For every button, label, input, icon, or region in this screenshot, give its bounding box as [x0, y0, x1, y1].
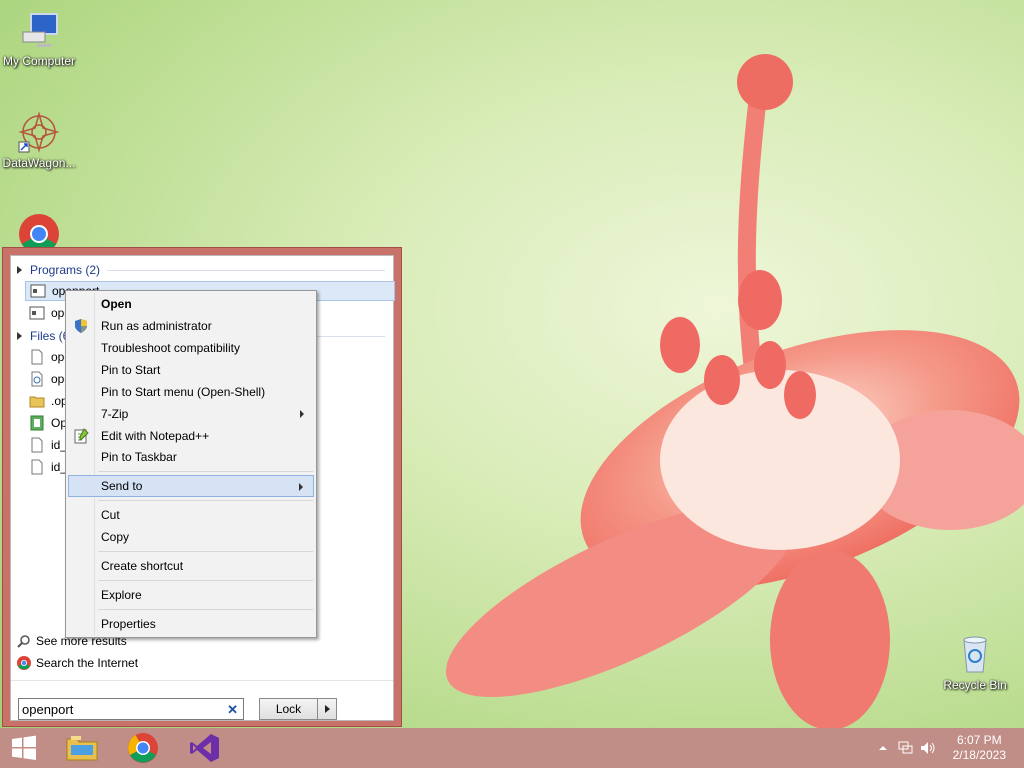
files-group-header[interactable]: Files (6 [17, 329, 69, 343]
menu-item-properties[interactable]: Properties [68, 613, 314, 635]
taskbar-chrome[interactable] [115, 730, 171, 766]
menu-item-pin-to-taskbar[interactable]: Pin to Taskbar [68, 446, 314, 468]
programs-group-header[interactable]: Programs (2) [17, 263, 100, 277]
menu-separator [98, 580, 313, 581]
start-button[interactable] [0, 730, 52, 766]
menu-item-send-to[interactable]: Send to [68, 475, 314, 497]
desktop-icon-label: My Computer [2, 54, 76, 68]
program-icon [29, 305, 45, 321]
show-hidden-icons-icon[interactable] [876, 741, 890, 755]
recycle-bin-icon [953, 632, 997, 676]
computer-icon [17, 8, 61, 52]
divider [11, 680, 393, 681]
taskbar-clock[interactable]: 6:07 PM 2/18/2023 [953, 733, 1006, 763]
menu-item-explore[interactable]: Explore [68, 584, 314, 606]
datawagon-shortcut-icon [17, 110, 61, 154]
clear-search-icon[interactable]: ✕ [227, 702, 238, 718]
menu-item-pin-to-start-menu-open-shell[interactable]: Pin to Start menu (Open-Shell) [68, 381, 314, 403]
file-icon [29, 437, 45, 453]
menu-item-edit-with-notepadpp[interactable]: Edit with Notepad++ [68, 425, 314, 447]
menu-item-run-as-administrator[interactable]: Run as administrator [68, 315, 314, 337]
file-explorer-icon [66, 736, 98, 761]
volume-icon[interactable] [920, 741, 935, 755]
menu-separator [98, 500, 313, 501]
menu-separator [98, 551, 313, 552]
context-menu: Open Run as administrator Troubleshoot c… [65, 290, 317, 638]
menu-item-open[interactable]: Open [68, 293, 314, 315]
chrome-icon [17, 656, 31, 670]
network-icon[interactable] [898, 741, 913, 755]
submenu-arrow-icon [300, 410, 304, 418]
program-icon [30, 283, 46, 299]
menu-item-7zip[interactable]: 7-Zip [68, 403, 314, 425]
desktop-icon-recycle-bin[interactable]: Recycle Bin [936, 632, 1014, 692]
expand-triangle-icon [17, 332, 22, 340]
search-internet-link[interactable]: Search the Internet [17, 656, 138, 670]
notepadpp-icon [73, 428, 89, 444]
start-search-input[interactable] [19, 699, 218, 719]
script-file-icon [29, 371, 45, 387]
menu-item-copy[interactable]: Copy [68, 526, 314, 548]
menu-separator [98, 471, 313, 472]
search-icon [17, 634, 31, 648]
desktop-icon-datawagon[interactable]: DataWagon... [0, 110, 78, 170]
submenu-arrow-icon [299, 483, 303, 491]
visual-studio-icon [190, 734, 219, 762]
clock-time: 6:07 PM [956, 733, 1002, 747]
menu-item-create-shortcut[interactable]: Create shortcut [68, 555, 314, 577]
chrome-icon [128, 733, 158, 763]
uac-shield-icon [73, 318, 89, 334]
expand-triangle-icon [17, 266, 22, 274]
document-icon [29, 415, 45, 431]
group-divider [107, 270, 385, 271]
desktop-icon-label: DataWagon... [2, 156, 76, 170]
lock-button-label[interactable]: Lock [260, 699, 318, 719]
folder-icon [29, 393, 45, 409]
start-search-box[interactable]: ✕ [18, 698, 244, 720]
lock-button[interactable]: Lock [259, 698, 337, 720]
power-options-arrow-icon[interactable] [318, 699, 336, 719]
windows-start-icon [12, 735, 36, 760]
desktop-icon-my-computer[interactable]: My Computer [0, 8, 78, 68]
menu-item-pin-to-start[interactable]: Pin to Start [68, 359, 314, 381]
desktop-icon-label: Recycle Bin [943, 678, 1007, 692]
menu-item-troubleshoot-compatibility[interactable]: Troubleshoot compatibility [68, 337, 314, 359]
taskbar: 6:07 PM 2/18/2023 [0, 728, 1024, 768]
file-icon [29, 459, 45, 475]
menu-item-cut[interactable]: Cut [68, 504, 314, 526]
clock-date: 2/18/2023 [952, 748, 1006, 762]
menu-separator [98, 609, 313, 610]
taskbar-file-explorer[interactable] [54, 730, 110, 766]
file-icon [29, 349, 45, 365]
taskbar-visual-studio[interactable] [177, 730, 233, 766]
